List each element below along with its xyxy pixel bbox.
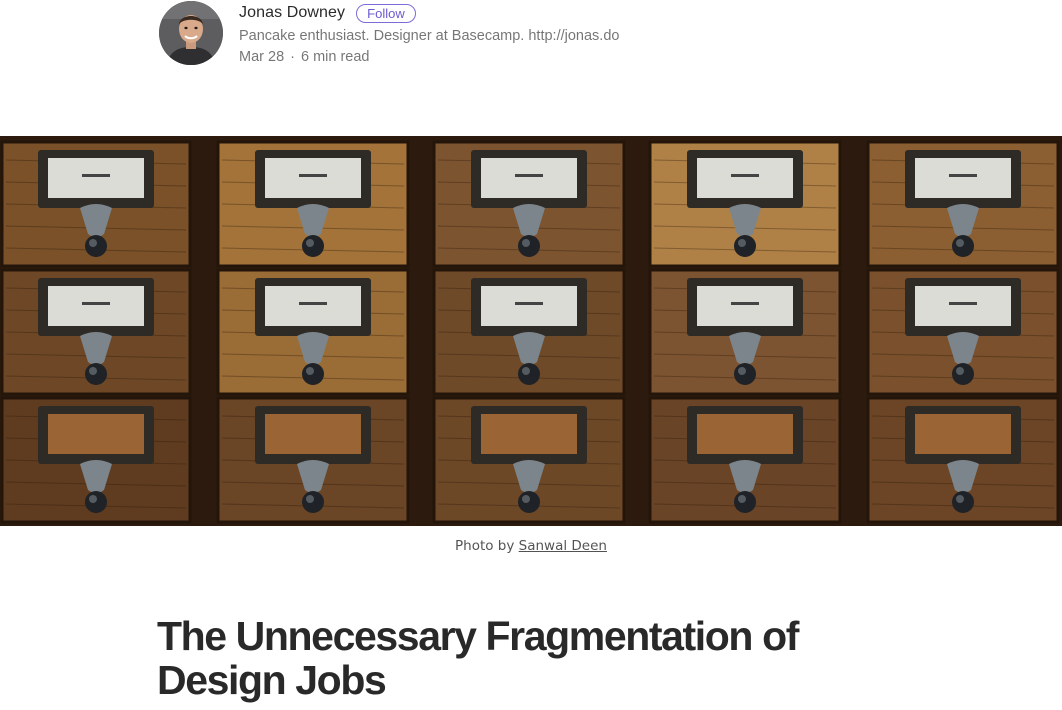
caption-prefix: Photo by xyxy=(455,538,515,554)
drawer xyxy=(432,396,626,524)
hero-image xyxy=(0,136,1062,526)
meta-separator: · xyxy=(290,49,295,65)
drawer xyxy=(0,140,192,268)
article-title: The Unnecessary Fragmentation of Design … xyxy=(157,613,799,703)
read-time: 6 min read xyxy=(300,49,370,65)
drawer xyxy=(866,140,1060,268)
author-name-row: Jonas Downey Follow xyxy=(239,2,759,24)
author-name-link[interactable]: Jonas Downey xyxy=(239,4,345,22)
image-caption: Photo by Sanwal Deen xyxy=(0,538,1062,554)
drawer xyxy=(0,396,192,524)
drawer xyxy=(648,396,842,524)
drawer xyxy=(432,268,626,396)
drawer xyxy=(216,268,410,396)
card-catalog-drawers-image xyxy=(0,136,1062,526)
drawer xyxy=(216,396,410,524)
follow-button[interactable]: Follow xyxy=(356,3,416,23)
author-meta: Jonas Downey Follow Pancake enthusiast. … xyxy=(239,2,759,66)
drawer xyxy=(648,268,842,396)
drawer xyxy=(432,140,626,268)
post-meta: Mar 28 · 6 min read xyxy=(239,48,759,66)
drawer xyxy=(866,268,1060,396)
article-page: Jonas Downey Follow Pancake enthusiast. … xyxy=(0,0,1062,710)
avatar-photo-icon xyxy=(159,1,223,65)
author-avatar[interactable] xyxy=(159,1,223,65)
photo-credit-link[interactable]: Sanwal Deen xyxy=(519,538,607,554)
drawer xyxy=(216,140,410,268)
drawer xyxy=(866,396,1060,524)
author-bio: Pancake enthusiast. Designer at Basecamp… xyxy=(239,28,620,44)
drawer xyxy=(648,140,842,268)
drawer xyxy=(0,268,192,396)
post-date-link[interactable]: Mar 28 xyxy=(239,49,284,65)
